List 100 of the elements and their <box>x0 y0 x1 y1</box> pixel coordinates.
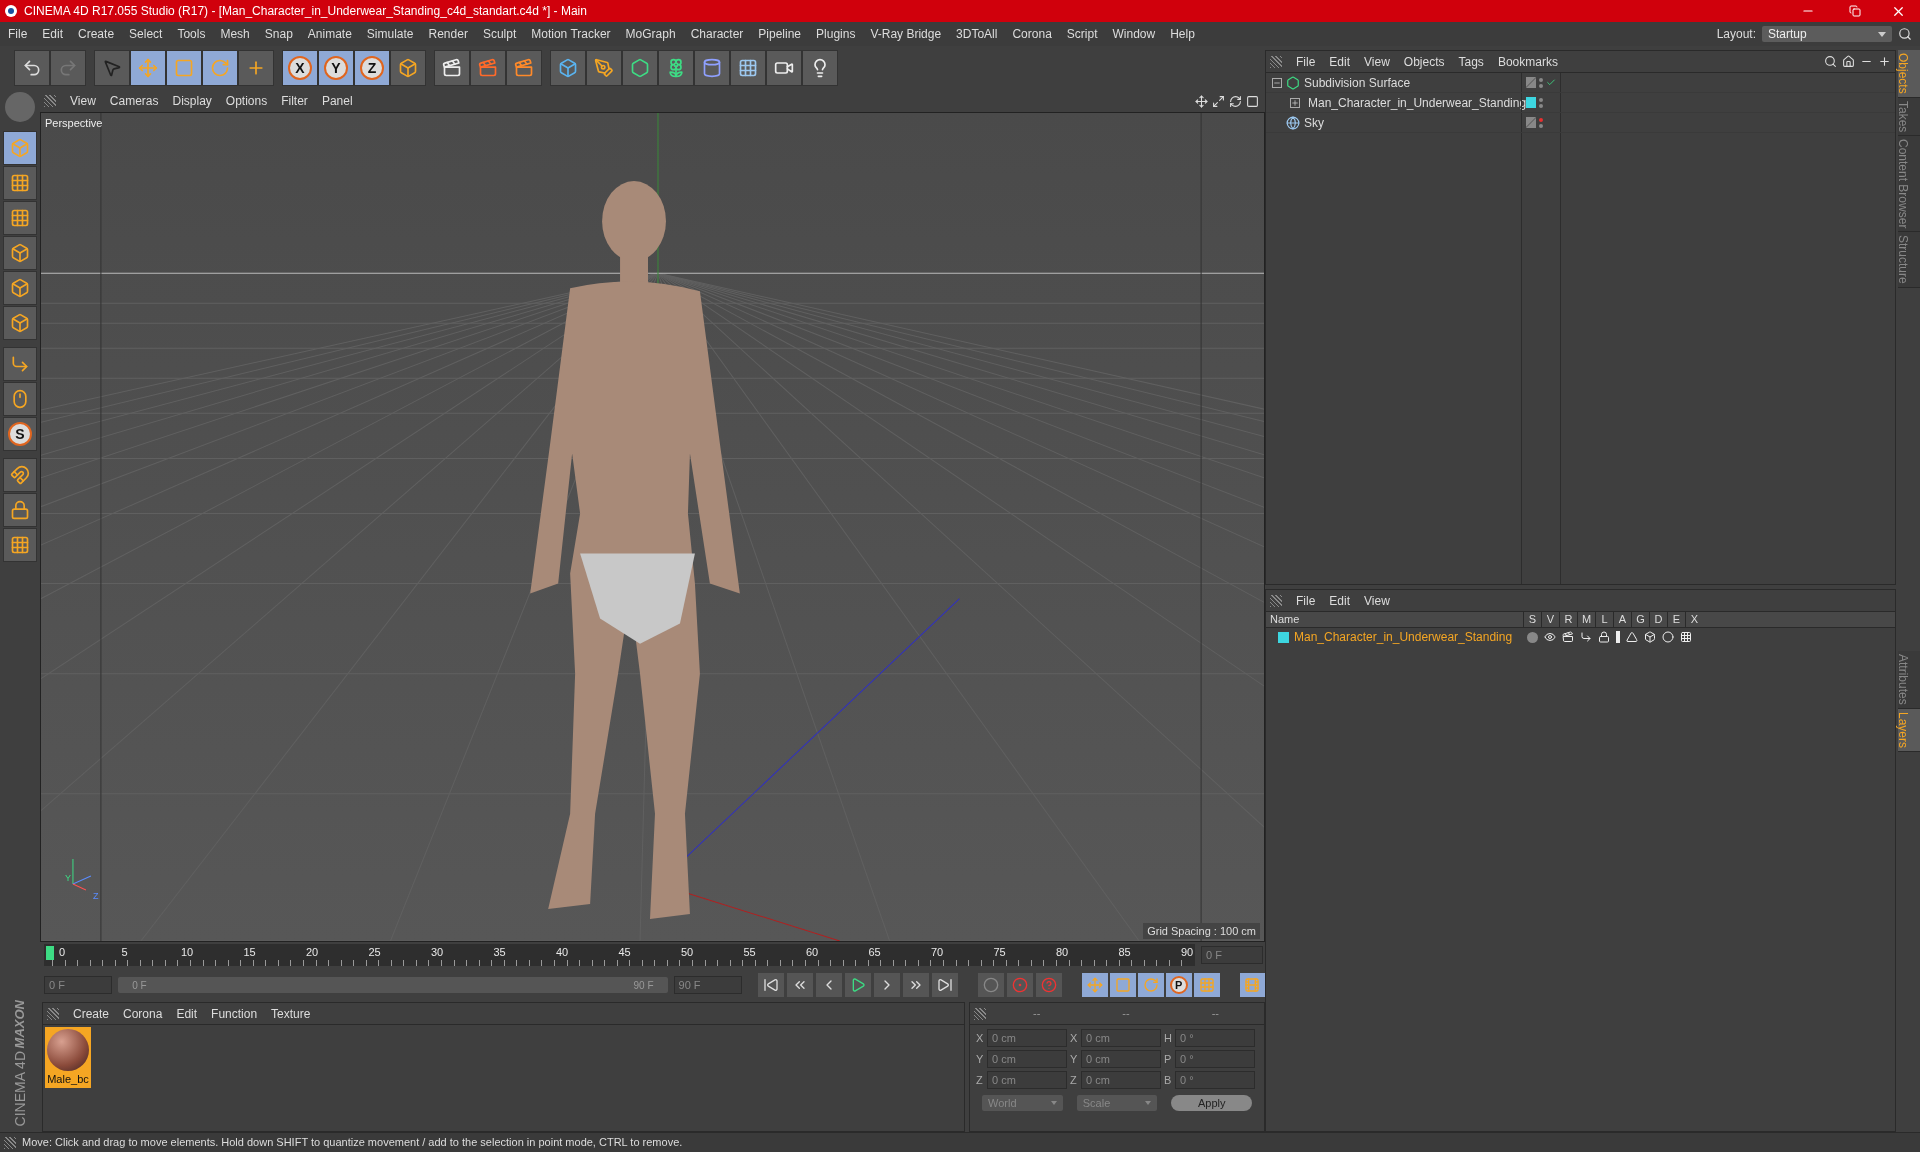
axis-button[interactable]: X <box>282 50 318 86</box>
layer-name[interactable]: Man_Character_in_Underwear_Standing <box>1294 628 1513 646</box>
render-settings-button[interactable] <box>506 50 542 86</box>
key-pla-button[interactable] <box>1193 973 1220 997</box>
menu-item[interactable]: View <box>70 92 96 110</box>
menu-item[interactable]: Cameras <box>109 92 159 110</box>
timeline-ruler[interactable]: 0 5 10 15 20 25 30 35 40 45 50 55 60 65 70 75 80 85 90 <box>44 944 1195 966</box>
column-header[interactable]: S <box>1523 611 1541 628</box>
column-header[interactable]: D <box>1649 611 1667 628</box>
key-scale-button[interactable] <box>1109 973 1136 997</box>
viewport[interactable]: Perspective Y Z Grid Spacing : 100 cm <box>40 112 1265 942</box>
restore-icon[interactable] <box>1849 5 1861 17</box>
menu-item[interactable]: Filter <box>281 92 308 110</box>
collapse-toggle[interactable] <box>1272 77 1282 88</box>
menu-item[interactable]: File <box>1296 591 1316 610</box>
cloner-button[interactable] <box>658 50 694 86</box>
light-button[interactable] <box>802 50 838 86</box>
menu-item[interactable]: View <box>1364 52 1390 71</box>
menu-item[interactable]: Corona <box>123 1004 163 1023</box>
move-button[interactable] <box>130 50 166 86</box>
menu-item[interactable]: Motion Tracker <box>531 25 611 43</box>
menu-item[interactable]: Sculpt <box>482 25 517 43</box>
menu-item[interactable]: Snap <box>264 25 293 43</box>
play-button[interactable] <box>844 973 871 997</box>
first-button[interactable] <box>757 973 784 997</box>
points-button[interactable] <box>3 236 37 270</box>
menu-item[interactable]: 3DToAll <box>956 25 998 43</box>
lock-icon[interactable] <box>1598 631 1610 643</box>
floor-button[interactable] <box>730 50 766 86</box>
menu-item[interactable]: Create <box>78 25 115 43</box>
clapperboard-icon[interactable] <box>1562 631 1574 643</box>
snap-button[interactable]: S <box>3 417 37 451</box>
window-icon[interactable] <box>1246 94 1259 108</box>
workplane-button[interactable] <box>3 201 37 235</box>
menu-item[interactable]: Animate <box>307 25 352 43</box>
menu-item[interactable]: Script <box>1066 25 1098 43</box>
new-window-icon[interactable] <box>1878 55 1891 68</box>
home-icon[interactable] <box>1842 55 1855 68</box>
menu-item[interactable]: Edit <box>1329 591 1351 610</box>
layout-dropdown[interactable]: Startup <box>1762 26 1892 42</box>
menu-item[interactable]: Edit <box>1329 52 1351 71</box>
model-button[interactable] <box>3 131 37 165</box>
menu-item[interactable]: Character <box>690 25 744 43</box>
pen-button[interactable] <box>586 50 622 86</box>
side-tab[interactable]: Objects <box>1898 50 1920 98</box>
rotate-icon[interactable] <box>1229 94 1242 108</box>
material-swatch[interactable]: Male_bc <box>45 1027 91 1088</box>
menu-item[interactable]: Corona <box>1012 25 1052 43</box>
menu-item[interactable]: Help <box>1170 25 1195 43</box>
menu-item[interactable]: Pipeline <box>758 25 802 43</box>
edges-button[interactable] <box>3 271 37 305</box>
rotate-button[interactable] <box>202 50 238 86</box>
menu-item[interactable]: File <box>1296 52 1316 71</box>
coord-button[interactable] <box>390 50 426 86</box>
undo-button[interactable] <box>14 50 50 86</box>
prev-key-button[interactable] <box>786 973 813 997</box>
axis-button[interactable]: Y <box>318 50 354 86</box>
move-icon[interactable] <box>1195 94 1208 108</box>
deformer-button[interactable] <box>694 50 730 86</box>
column-header[interactable]: M <box>1577 611 1595 628</box>
menu-item[interactable]: Window <box>1112 25 1156 43</box>
menu-item[interactable]: Select <box>129 25 163 43</box>
column-header[interactable]: X <box>1685 611 1703 628</box>
render-button[interactable] <box>434 50 470 86</box>
menu-item[interactable]: Tools <box>177 25 206 43</box>
menu-item[interactable]: File <box>8 25 28 43</box>
camera-button[interactable] <box>766 50 802 86</box>
menu-item[interactable]: Render <box>428 25 468 43</box>
workplane-button[interactable] <box>3 528 37 562</box>
column-header[interactable]: A <box>1613 611 1631 628</box>
next-key-button[interactable] <box>902 973 929 997</box>
tweak-button[interactable] <box>3 382 37 416</box>
transform-button[interactable] <box>238 50 274 86</box>
polygons-button[interactable] <box>3 306 37 340</box>
magnet-button[interactable] <box>3 458 37 492</box>
menu-item[interactable]: Display <box>172 92 212 110</box>
column-header[interactable]: V <box>1541 611 1559 628</box>
menu-item[interactable]: Function <box>211 1004 258 1023</box>
autokey-button[interactable] <box>1035 973 1062 997</box>
menu-item[interactable]: Create <box>73 1004 110 1023</box>
menu-item[interactable]: Texture <box>271 1004 311 1023</box>
column-header[interactable]: E <box>1667 611 1685 628</box>
search-icon[interactable] <box>1824 55 1837 68</box>
prev-button[interactable] <box>815 973 842 997</box>
column-header[interactable]: R <box>1559 611 1577 628</box>
next-button[interactable] <box>873 973 900 997</box>
timeline-button[interactable] <box>1239 973 1265 997</box>
menu-item[interactable]: Mesh <box>220 25 250 43</box>
menu-item[interactable]: Tags <box>1458 52 1484 71</box>
object-name[interactable]: Subdivision Surface <box>1304 73 1411 92</box>
layer-color[interactable] <box>1278 631 1289 643</box>
eye-icon[interactable] <box>1544 631 1556 643</box>
menu-item[interactable]: Simulate <box>366 25 414 43</box>
menu-item[interactable]: V-Ray Bridge <box>870 25 942 43</box>
menu-item[interactable]: Objects <box>1403 52 1445 71</box>
texture-button[interactable] <box>3 166 37 200</box>
object-name[interactable]: Man_Character_in_Underwear_Standing <box>1308 93 1527 112</box>
key-move-button[interactable] <box>1081 973 1108 997</box>
record-off-button[interactable] <box>977 973 1004 997</box>
check-icon[interactable] <box>1546 77 1556 88</box>
